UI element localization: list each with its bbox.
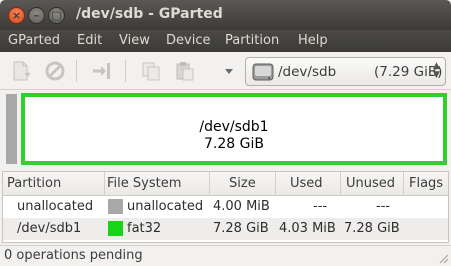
cell-used: --- [313,199,328,214]
menu-edit[interactable]: Edit [77,33,102,48]
disk-map: /dev/sdb1 7.28 GiB [4,92,447,166]
table-header: Partition File System Size Used Unused F… [3,172,448,196]
cell-unused: 7.28 GiB [344,221,400,236]
toolbar-separator [76,60,77,82]
cell-filesystem: unallocated [127,199,204,214]
menu-partition[interactable]: Partition [225,33,279,48]
menu-help[interactable]: Help [298,33,328,48]
filesystem-color-swatch [108,199,123,214]
window-title: /dev/sdb - GParted [76,6,223,22]
menu-device[interactable]: Device [166,33,210,48]
cell-size: 7.28 GiB [213,221,269,236]
maximize-window-button[interactable]: □ [48,7,65,24]
title-bar: × – □ /dev/sdb - GParted [0,0,451,30]
menu-view[interactable]: View [119,33,150,48]
table-row[interactable]: /dev/sdb1 fat32 7.28 GiB 4.03 MiB 7.28 G… [3,218,448,240]
column-divider [275,172,276,196]
new-icon[interactable] [10,60,32,82]
cell-used: 4.03 MiB [279,221,336,236]
device-selector[interactable]: /dev/sdb (7.29 GiB) ▲ ▼ [245,57,446,86]
cell-partition: /dev/sdb1 [17,221,82,236]
menu-bar: GParted Edit View Device Partition Help [0,30,451,52]
partition-block-name: /dev/sdb1 [199,119,269,135]
column-header-partition[interactable]: Partition [7,176,61,191]
cell-partition: unallocated [17,199,94,214]
minimize-window-button[interactable]: – [28,7,45,24]
cell-size: 4.00 MiB [213,199,270,214]
cell-unused: --- [376,199,391,214]
delete-icon[interactable] [44,60,66,82]
column-header-used[interactable]: Used [290,176,323,191]
resize-grip-icon[interactable] [437,252,449,264]
column-divider [104,172,105,196]
column-divider [403,172,404,196]
column-divider [209,172,210,196]
menu-gparted[interactable]: GParted [8,33,60,48]
column-header-unused[interactable]: Unused [346,176,395,191]
resize-move-icon[interactable] [91,60,113,82]
toolbar-separator [125,60,126,82]
cell-filesystem: fat32 [127,221,162,236]
undo-dropdown-icon[interactable] [218,60,240,82]
column-divider [340,172,341,196]
hard-disk-icon [252,62,274,82]
partition-block-sdb1[interactable]: /dev/sdb1 7.28 GiB [21,93,447,165]
partition-table: Partition File System Size Used Unused F… [2,171,449,243]
copy-icon[interactable] [140,60,162,82]
paste-icon[interactable] [174,60,196,82]
status-text: 0 operations pending [4,248,143,263]
column-header-filesystem[interactable]: File System [107,176,181,191]
unallocated-block[interactable] [6,94,17,164]
column-header-size[interactable]: Size [229,176,256,191]
toolbar: /dev/sdb (7.29 GiB) ▲ ▼ [0,52,451,90]
spin-arrows-icon: ▲ ▼ [433,61,440,80]
column-header-flags[interactable]: Flags [409,176,443,191]
close-window-button[interactable]: × [8,7,25,24]
table-row[interactable]: unallocated unallocated 4.00 MiB --- --- [3,196,448,218]
filesystem-color-swatch [108,221,123,236]
device-name: /dev/sdb [278,64,337,80]
status-bar: 0 operations pending [0,245,451,266]
partition-block-size: 7.28 GiB [204,136,264,152]
